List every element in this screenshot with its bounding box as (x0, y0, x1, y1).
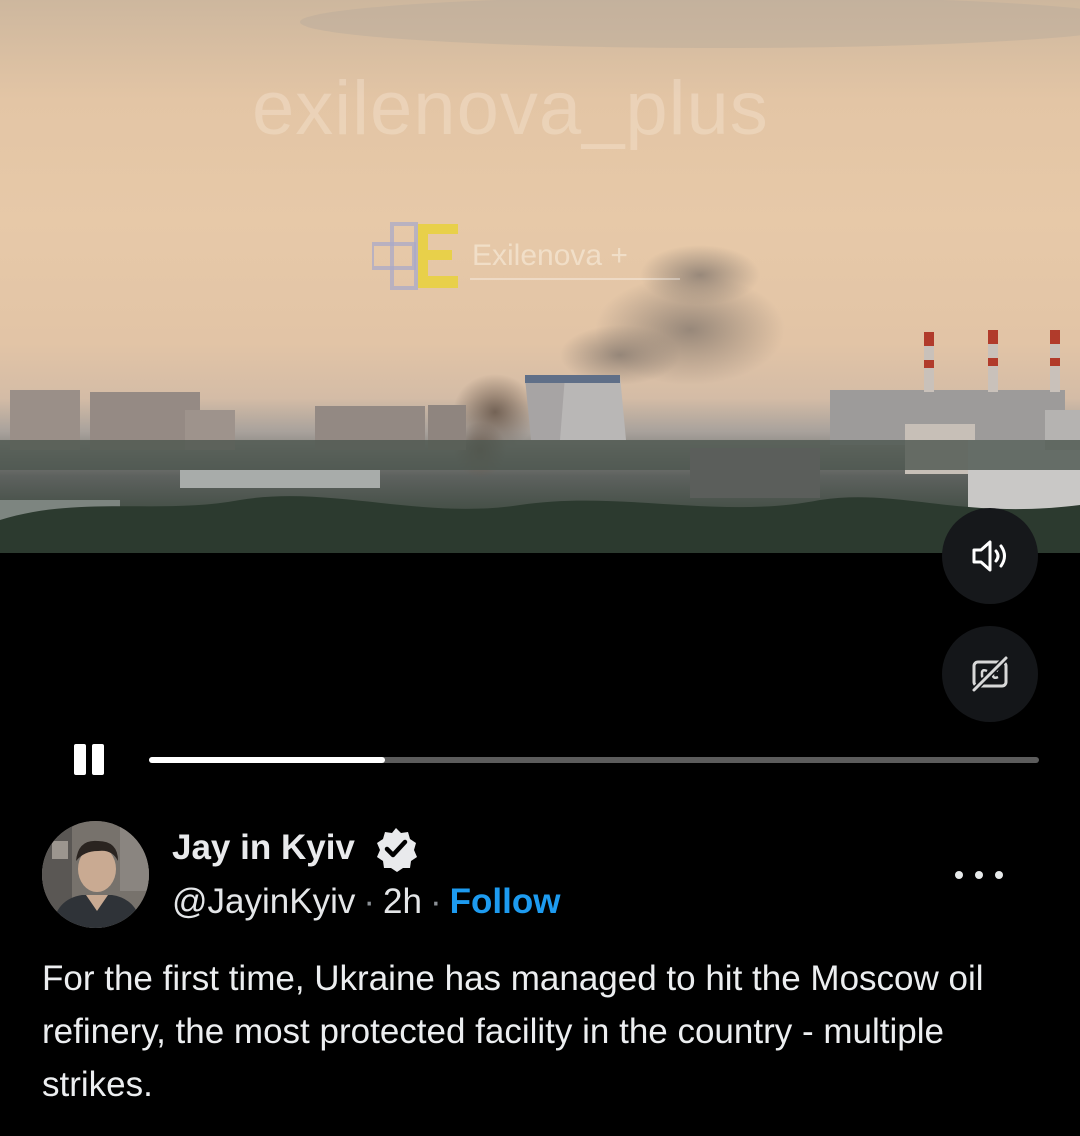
tweet-text: For the first time, Ukraine has managed … (42, 959, 984, 1104)
video-watermark-text: exilenova_plus (252, 66, 769, 151)
pause-icon-bar-left (74, 744, 86, 775)
more-dot (975, 871, 983, 879)
pause-icon-bar-right (92, 744, 104, 775)
post-time[interactable]: 2h (383, 882, 422, 921)
video-player[interactable]: exilenova_plus Exilenova + (0, 0, 1080, 553)
more-dot (955, 871, 963, 879)
pause-button[interactable] (70, 742, 110, 778)
profile-photo (42, 821, 149, 928)
meta-separator: · (363, 882, 376, 921)
meta-separator: · (429, 882, 442, 921)
display-name[interactable]: Jay in Kyiv (172, 826, 355, 870)
more-options-icon[interactable] (955, 860, 1003, 890)
volume-button[interactable] (942, 508, 1038, 604)
video-progress-fill (149, 757, 385, 763)
verified-badge-icon (377, 828, 417, 872)
user-handle[interactable]: @JayinKyiv (172, 882, 355, 921)
watermark-brand-text: Exilenova + (472, 239, 628, 272)
video-progress-bar[interactable] (149, 757, 1039, 763)
watermark-underline (470, 278, 680, 280)
captions-button[interactable] (942, 626, 1038, 722)
tweet-meta: @JayinKyiv · 2h · Follow (172, 880, 560, 924)
follow-button[interactable]: Follow (450, 882, 561, 921)
more-dot (995, 871, 1003, 879)
speaker-volume-icon (972, 540, 1006, 572)
avatar[interactable] (42, 821, 149, 928)
closed-captions-off-icon (969, 653, 1011, 695)
watermark-logo-icon (372, 222, 458, 290)
